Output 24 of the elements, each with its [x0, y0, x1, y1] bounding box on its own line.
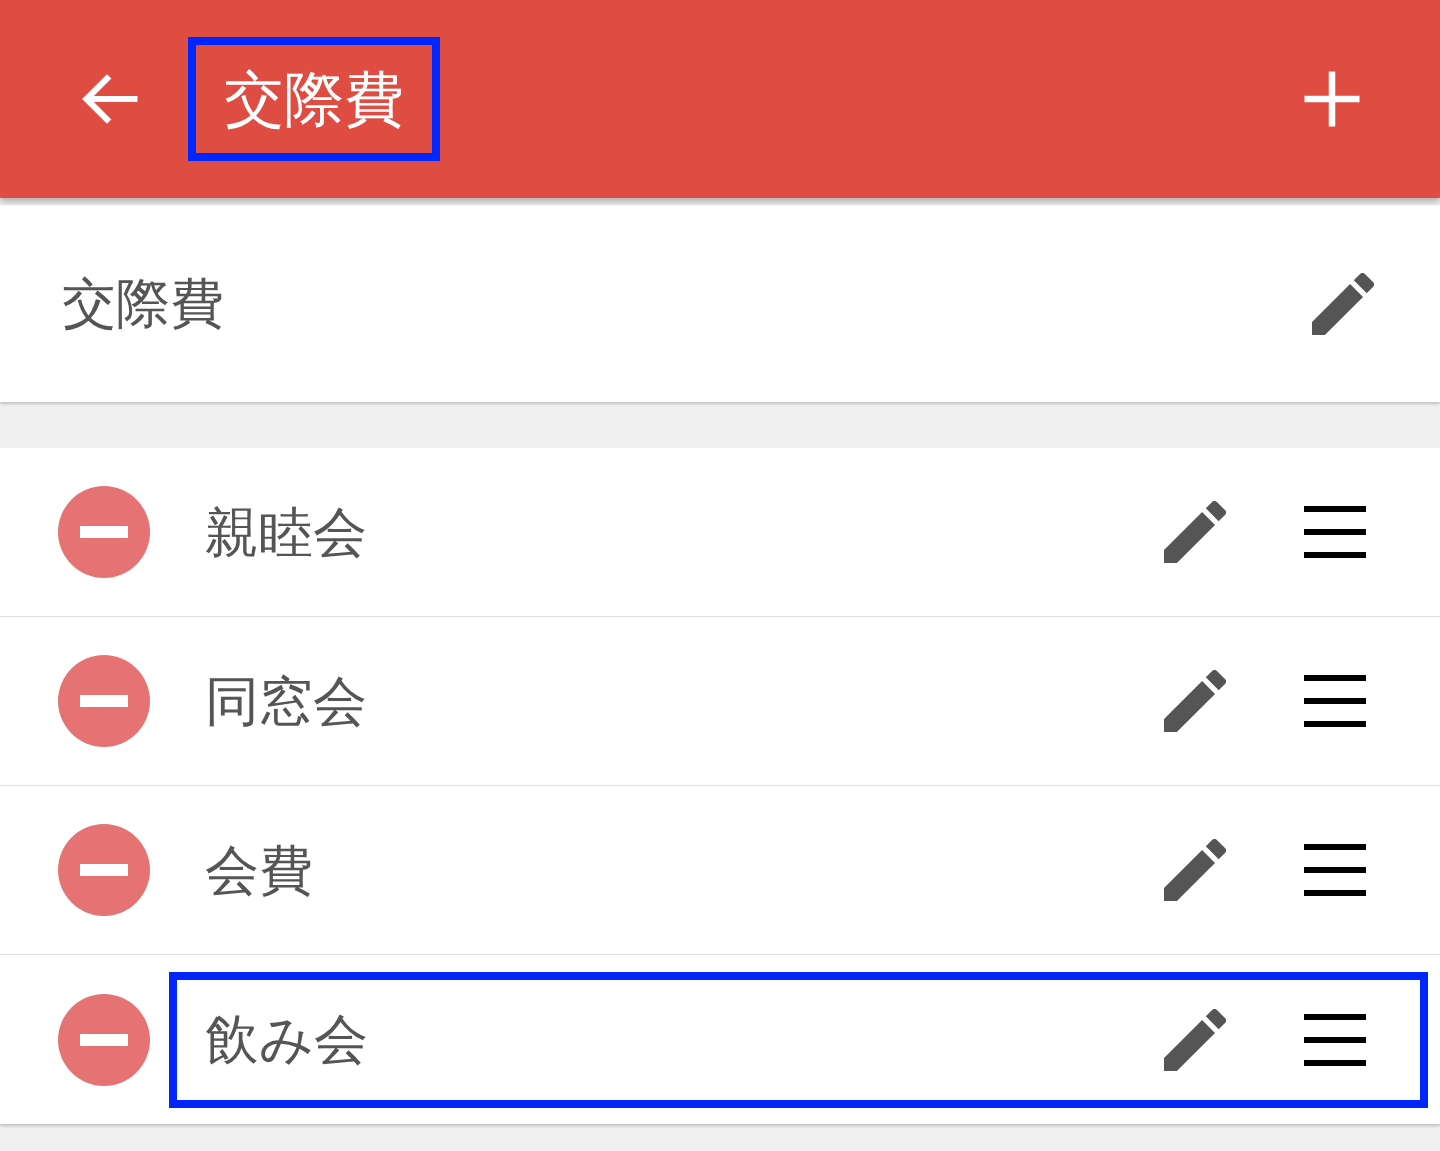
- add-icon[interactable]: [1302, 69, 1362, 129]
- window-title: 交際費: [188, 37, 440, 161]
- remove-icon[interactable]: [58, 824, 150, 916]
- item-name: 親睦会: [205, 499, 368, 566]
- list-row[interactable]: 飲み会: [0, 955, 1440, 1124]
- item-name: 飲み会: [205, 1007, 369, 1073]
- drag-handle-icon[interactable]: [1304, 844, 1366, 896]
- pencil-icon[interactable]: [1164, 1008, 1226, 1071]
- drag-handle-icon[interactable]: [1304, 1013, 1366, 1066]
- remove-icon[interactable]: [58, 486, 150, 578]
- remove-icon[interactable]: [58, 655, 150, 747]
- list-row[interactable]: 親睦会: [0, 448, 1440, 617]
- category-name: 交際費: [62, 271, 225, 337]
- list-row[interactable]: 会費: [0, 786, 1440, 955]
- pencil-icon[interactable]: [1164, 501, 1226, 563]
- remove-icon[interactable]: [58, 993, 150, 1086]
- list-row[interactable]: 同窓会: [0, 617, 1440, 786]
- drag-handle-icon[interactable]: [1304, 675, 1366, 727]
- item-name: 同窓会: [205, 668, 368, 735]
- pencil-icon[interactable]: [1164, 839, 1226, 901]
- pencil-icon[interactable]: [1312, 272, 1374, 335]
- drag-handle-icon[interactable]: [1304, 506, 1366, 558]
- item-name: 会費: [205, 837, 314, 904]
- pencil-icon[interactable]: [1164, 670, 1226, 732]
